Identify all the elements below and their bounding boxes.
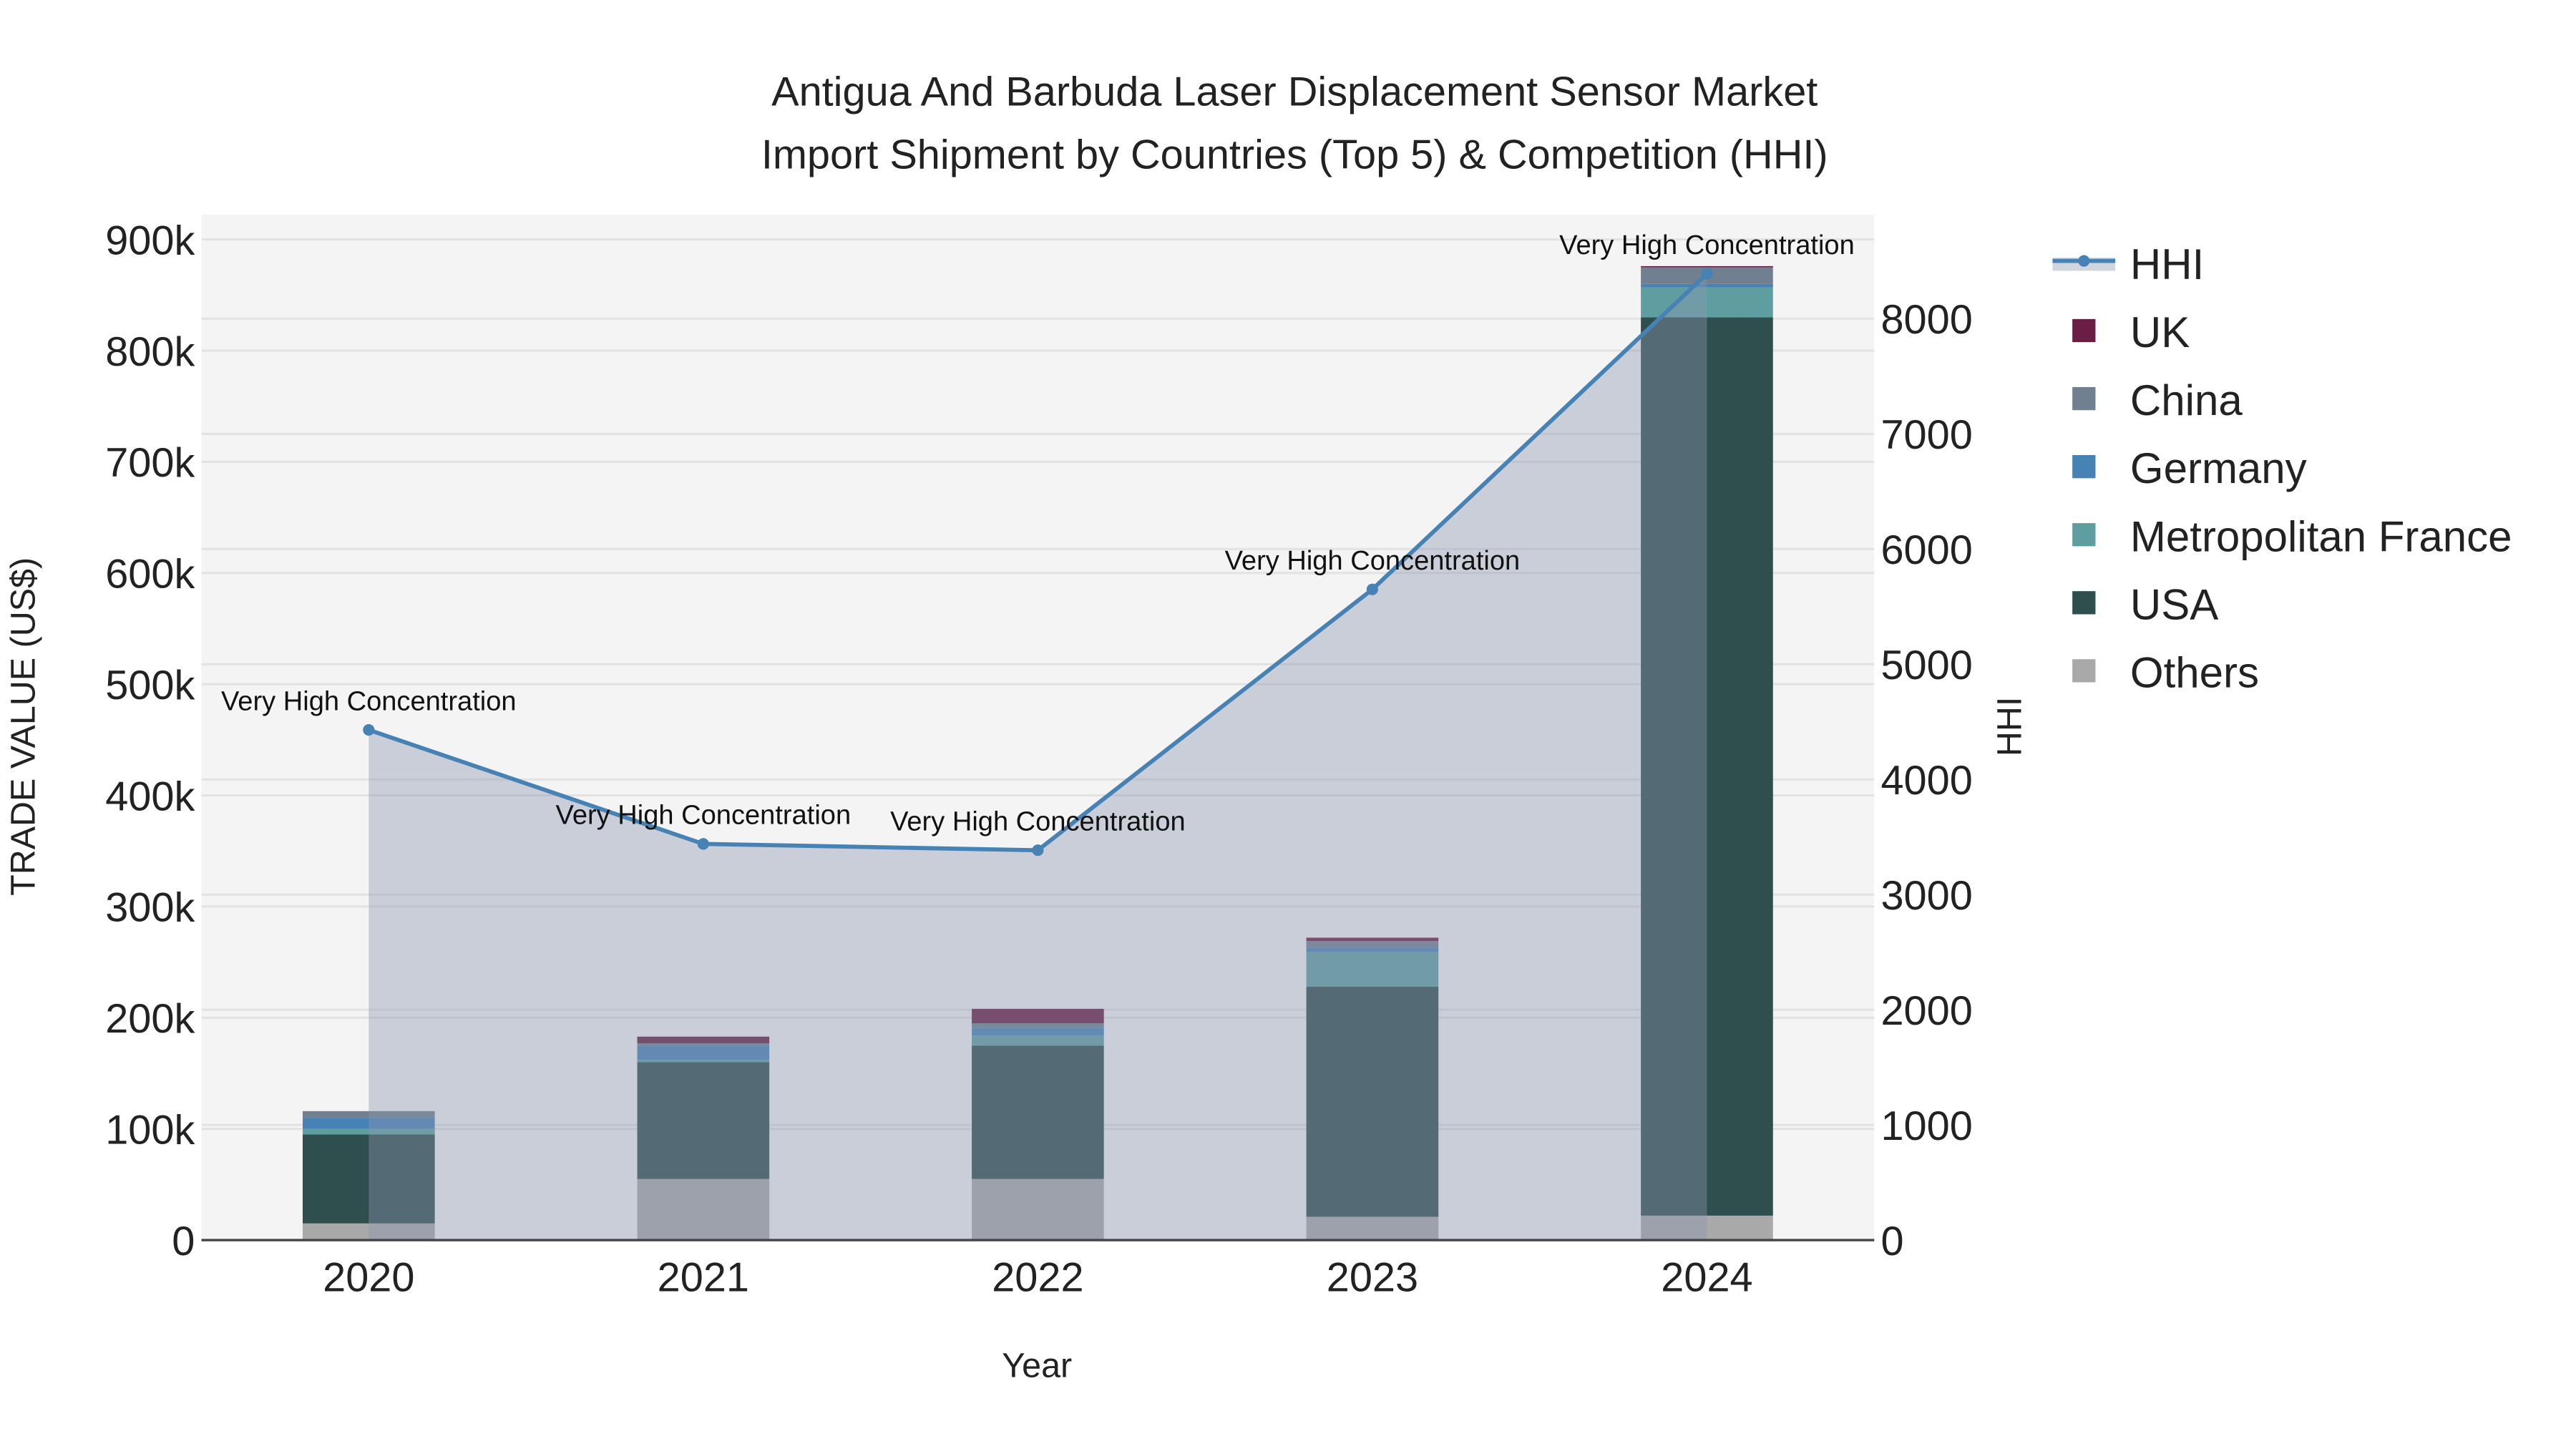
y-tick-label: 900k — [105, 218, 195, 263]
x-tick-label: 2024 — [1661, 1255, 1752, 1301]
legend-label-germany: Germany — [2130, 444, 2307, 492]
y-axis-title: TRADE VALUE (US$) — [4, 557, 42, 896]
legend-label-metropolitan-france: Metropolitan France — [2130, 512, 2512, 560]
x-tick-label: 2021 — [658, 1255, 749, 1301]
hhi-annotation: Very High Concentration — [556, 801, 852, 831]
y-tick-label: 100k — [105, 1107, 195, 1153]
legend-label-usa: USA — [2130, 580, 2218, 628]
legend-swatch-germany — [2072, 455, 2096, 479]
y2-tick-label: 2000 — [1880, 988, 1972, 1034]
bar-uk — [1641, 265, 1773, 268]
legend-hhi-marker — [2078, 255, 2090, 267]
legend-swatch-usa — [2072, 591, 2096, 615]
chart-subtitle: Import Shipment by Countries (Top 5) & C… — [761, 132, 1828, 177]
legend-label-china: China — [2130, 376, 2243, 424]
legend-label-uk: UK — [2130, 308, 2190, 356]
y2-tick-label: 0 — [1880, 1219, 1903, 1264]
x-tick-label: 2023 — [1327, 1255, 1418, 1301]
legend-swatch-others — [2072, 659, 2096, 683]
hhi-annotation: Very High Concentration — [890, 807, 1186, 837]
hhi-point — [1366, 583, 1378, 595]
y-tick-label: 400k — [105, 774, 195, 819]
chart: Antigua And Barbuda Laser Displacement S… — [4, 69, 2512, 1385]
y-tick-label: 200k — [105, 996, 195, 1042]
x-tick-label: 2020 — [323, 1255, 414, 1301]
hhi-annotation: Very High Concentration — [221, 686, 517, 716]
y2-tick-label: 5000 — [1880, 643, 1972, 688]
y2-tick-label: 4000 — [1880, 758, 1972, 804]
hhi-point — [1701, 268, 1713, 280]
y2-axis-title: HHI — [1991, 697, 2029, 756]
legend-swatch-china — [2072, 386, 2096, 411]
legend-swatch-metropolitan-france — [2072, 523, 2096, 547]
hhi-point — [1032, 844, 1044, 857]
y-tick-label: 700k — [105, 440, 195, 486]
hhi-annotation: Very High Concentration — [1225, 546, 1521, 576]
legend-label-others: Others — [2130, 648, 2259, 696]
legend-label-hhi: HHI — [2130, 240, 2204, 288]
y2-tick-label: 8000 — [1880, 297, 1972, 343]
x-axis-title: Year — [1002, 1347, 1072, 1385]
y2-tick-label: 7000 — [1880, 412, 1972, 458]
hhi-annotation: Very High Concentration — [1559, 230, 1855, 260]
x-tick-label: 2022 — [992, 1255, 1083, 1301]
y2-tick-label: 1000 — [1880, 1103, 1972, 1149]
y-tick-label: 800k — [105, 329, 195, 375]
y2-tick-label: 3000 — [1880, 873, 1972, 919]
y-tick-label: 500k — [105, 663, 195, 708]
y2-tick-label: 6000 — [1880, 527, 1972, 573]
y-tick-label: 600k — [105, 552, 195, 597]
hhi-point — [363, 723, 375, 736]
hhi-point — [697, 838, 709, 850]
y-tick-label: 300k — [105, 885, 195, 931]
chart-title: Antigua And Barbuda Laser Displacement S… — [771, 69, 1818, 115]
legend-swatch-uk — [2072, 318, 2096, 343]
y-tick-label: 0 — [172, 1219, 195, 1264]
